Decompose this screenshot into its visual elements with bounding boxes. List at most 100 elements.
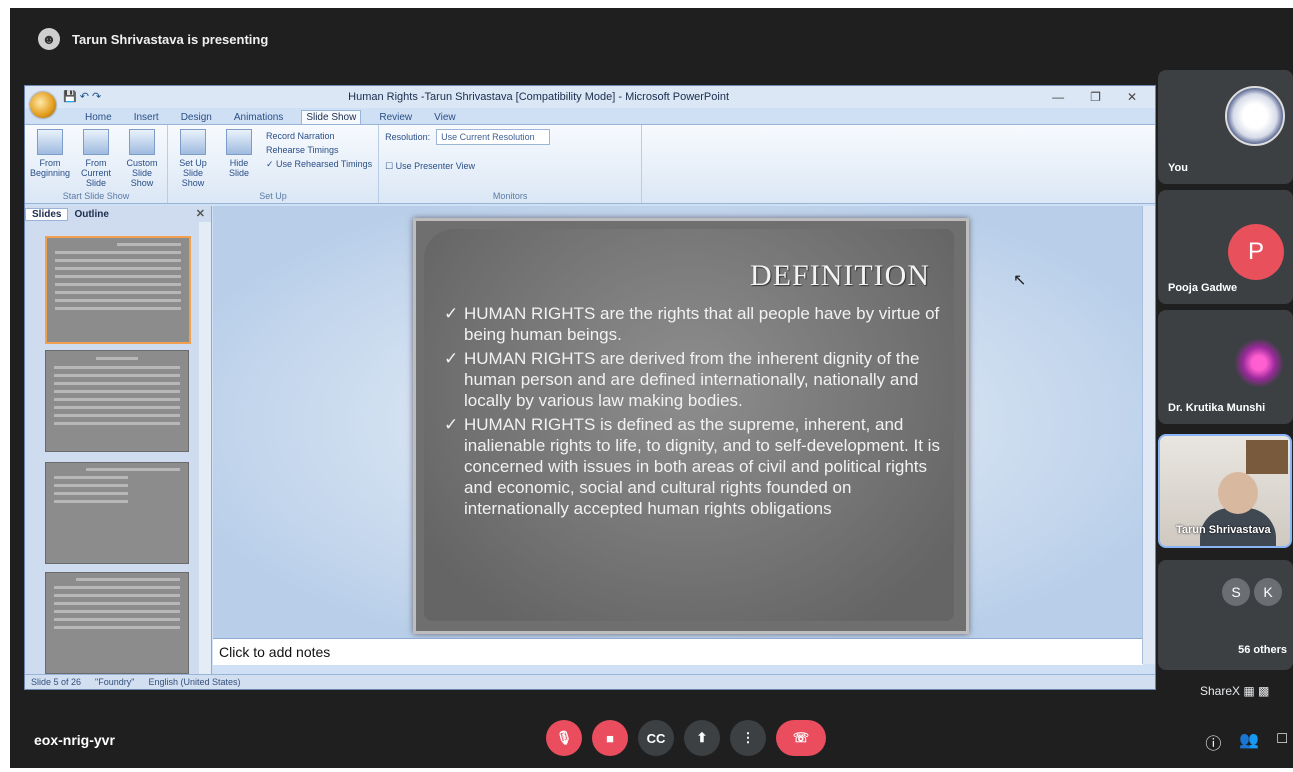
captions-icon: CC [646, 730, 666, 746]
office-button[interactable] [30, 92, 56, 118]
custom-slide-show-button[interactable]: Custom Slide Show [123, 129, 161, 188]
panel-tabs: Slides Outline ✕ [25, 206, 211, 222]
leave-call-button[interactable]: ☏ [776, 720, 826, 756]
tab-animations[interactable]: Animations [230, 111, 287, 124]
quick-access-toolbar[interactable]: 💾 ↶ ↷ [63, 90, 101, 103]
tab-insert[interactable]: Insert [130, 111, 163, 124]
meeting-code: eox-nrig-yvr [34, 732, 115, 748]
slide-thumbnail[interactable] [45, 236, 191, 344]
from-current-slide-button[interactable]: From Current Slide [77, 129, 115, 188]
presenting-text: Tarun Shrivastava is presenting [72, 31, 269, 47]
hide-slide-icon [226, 129, 252, 155]
tab-design[interactable]: Design [177, 111, 216, 124]
hang-up-icon: ☏ [792, 730, 810, 745]
present-button[interactable]: ⬆ [684, 720, 720, 756]
background-shelf [1246, 440, 1288, 474]
participant-name: Tarun Shrivastava [1176, 524, 1271, 536]
panel-scrollbar[interactable] [199, 222, 211, 675]
avatar: K [1254, 578, 1282, 606]
slides-panel: Slides Outline ✕ [25, 206, 212, 675]
participant-tile[interactable]: Dr. Krutika Munshi [1158, 310, 1293, 424]
minimize-icon[interactable]: — [1052, 90, 1064, 104]
more-icon: ⋮ [741, 730, 755, 745]
language: English (United States) [148, 677, 241, 687]
slideshow-icon [37, 129, 63, 155]
participant-name: Pooja Gadwe [1168, 282, 1238, 294]
group-start-slide-show: From Beginning From Current Slide Custom… [25, 125, 168, 203]
slide-editing-area[interactable]: DEFINITION HUMAN RIGHTS are the rights t… [213, 206, 1143, 638]
set-up-slide-show-button[interactable]: Set Up Slide Show [174, 129, 212, 188]
participant-name: Dr. Krutika Munshi [1168, 402, 1266, 414]
participant-tile[interactable]: P Pooja Gadwe [1158, 190, 1293, 304]
use-rehearsed-timings-checkbox[interactable]: ✓ Use Rehearsed Timings [266, 157, 372, 171]
slide-scrollbar[interactable] [1142, 206, 1155, 664]
others-tile[interactable]: S K 56 others [1158, 560, 1293, 670]
record-narration-button[interactable]: Record Narration [266, 129, 372, 143]
close-icon[interactable]: ✕ [1127, 90, 1137, 104]
rehearse-timings-button[interactable]: Rehearse Timings [266, 143, 372, 157]
notes-pane[interactable]: Click to add notes [213, 638, 1143, 665]
group-monitors: Resolution: Use Current Resolution ☐ Use … [379, 125, 643, 203]
mic-off-button[interactable]: 🎙 [546, 720, 582, 756]
sharex-icon[interactable]: ▦ ▩ [1243, 684, 1269, 698]
hide-slide-button[interactable]: Hide Slide [220, 129, 258, 188]
call-controls: 🎙 ■ CC ⬆ ⋮ ☏ [546, 720, 826, 756]
from-beginning-button[interactable]: From Beginning [30, 129, 70, 188]
bullet-item: HUMAN RIGHTS are the rights that all peo… [444, 303, 954, 345]
participant-name: You [1168, 162, 1188, 174]
slide-thumbnail[interactable] [45, 350, 189, 452]
side-icons: ⓘ 👥 □ [1205, 730, 1287, 754]
powerpoint-window[interactable]: 💾 ↶ ↷ Human Rights -Tarun Shrivastava [C… [24, 85, 1156, 690]
meet-control-bar: eox-nrig-yvr 🎙 ■ CC ⬆ ⋮ ☏ ⓘ 👥 □ [10, 710, 1293, 768]
sharex-label: ShareX ▦ ▩ [1200, 684, 1270, 698]
current-slide[interactable]: DEFINITION HUMAN RIGHTS are the rights t… [413, 218, 969, 634]
bullet-item: HUMAN RIGHTS are derived from the inhere… [444, 348, 954, 411]
show-presentation-on [385, 145, 635, 159]
more-options-button[interactable]: ⋮ [730, 720, 766, 756]
window-controls: — ❐ ✕ [1052, 90, 1137, 104]
tab-review[interactable]: Review [375, 111, 416, 124]
camera-off-button[interactable]: ■ [592, 720, 628, 756]
ppt-window-title: Human Rights -Tarun Shrivastava [Compati… [348, 91, 730, 103]
ppt-main: Slides Outline ✕ DEFINITION ✓ HUMAN RIGH… [25, 206, 1155, 675]
tab-view[interactable]: View [430, 111, 460, 124]
university-logo-icon [1225, 86, 1285, 146]
avatar: S [1222, 578, 1250, 606]
tab-home[interactable]: Home [81, 111, 116, 124]
chat-icon[interactable]: □ [1277, 730, 1287, 754]
participant-tile[interactable]: You [1158, 70, 1293, 184]
ribbon: From Beginning From Current Slide Custom… [25, 124, 1155, 204]
camera-off-icon: ■ [606, 730, 614, 746]
close-icon[interactable]: ✕ [196, 207, 205, 220]
mic-off-icon: 🎙 [555, 730, 573, 745]
resolution-select[interactable]: Use Current Resolution [436, 129, 550, 145]
tab-slide-show[interactable]: Slide Show [301, 110, 362, 124]
slide-counter: Slide 5 of 26 [31, 677, 82, 687]
bullet-item: HUMAN RIGHTS is defined as the supreme, … [444, 414, 954, 519]
participant-video[interactable]: Tarun Shrivastava [1158, 434, 1292, 548]
setup-icon [180, 129, 206, 155]
slide-thumbnail[interactable] [45, 462, 189, 564]
resolution-row: Resolution: Use Current Resolution [385, 129, 635, 145]
maximize-icon[interactable]: ❐ [1090, 90, 1101, 104]
status-bar: Slide 5 of 26 "Foundry" English (United … [25, 674, 1155, 689]
slide-title: DEFINITION [750, 259, 930, 292]
group-set-up: Set Up Slide Show Hide Slide Record Narr… [168, 125, 380, 203]
info-icon[interactable]: ⓘ [1205, 730, 1221, 754]
meet-window: ☻ Tarun Shrivastava is presenting 💾 ↶ ↷ … [10, 8, 1293, 768]
people-icon[interactable]: 👥 [1239, 730, 1259, 754]
presenter-avatar: ☻ [38, 28, 60, 50]
lotus-avatar-icon [1234, 338, 1284, 388]
slide-thumbnail[interactable] [45, 572, 189, 674]
slide-bullets: HUMAN RIGHTS are the rights that all peo… [444, 303, 954, 522]
notes-placeholder: Click to add notes [219, 644, 331, 660]
use-presenter-view-checkbox[interactable]: ☐ Use Presenter View [385, 159, 635, 173]
person-head [1218, 472, 1258, 514]
others-count: 56 others [1238, 644, 1287, 656]
slideshow-icon [129, 129, 155, 155]
tab-slides[interactable]: Slides [25, 207, 69, 221]
present-icon: ⬆ [696, 730, 708, 745]
captions-button[interactable]: CC [638, 720, 674, 756]
tab-outline[interactable]: Outline [68, 209, 114, 220]
ppt-titlebar: 💾 ↶ ↷ Human Rights -Tarun Shrivastava [C… [25, 86, 1155, 118]
